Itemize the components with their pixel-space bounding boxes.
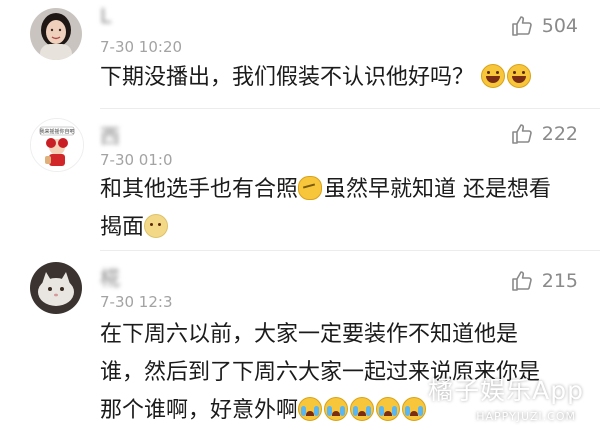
like-count: 504 [541, 15, 578, 37]
comment-time: 7-30 10:20 [100, 38, 183, 56]
watermark-url: HAPPYJUZI.COM [476, 410, 576, 423]
comment-text: 下期没播出，我们假装不认识他好吗？ [100, 59, 580, 97]
avatar[interactable]: 我来摇摇你自吧 [30, 118, 84, 172]
svg-text:我来摇摇你自吧: 我来摇摇你自吧 [39, 128, 74, 135]
comment-time: 7-30 01:0 [100, 151, 173, 169]
commenter-name[interactable]: 西 [100, 120, 122, 149]
commenter-name[interactable]: L [100, 4, 113, 28]
crying-laugh-emoji-icon [298, 397, 323, 421]
thinking-emoji-icon [298, 176, 323, 200]
thumbs-up-icon [511, 271, 532, 291]
comment-text: 和其他选手也有合照 虽然早就知道 还是想看 揭面 [100, 176, 552, 240]
crying-laugh-emoji-icon [324, 397, 349, 421]
crying-laugh-emoji-icon [376, 397, 401, 421]
laughing-emoji-icon [507, 64, 532, 88]
crying-laugh-emoji-icon [350, 397, 375, 421]
like-count: 215 [541, 270, 578, 292]
divider [100, 108, 600, 109]
thumbs-up-icon [511, 124, 532, 144]
faint-emoji-icon [144, 214, 169, 238]
crying-laugh-emoji-icon [402, 397, 427, 421]
avatar-photo-icon [30, 8, 82, 60]
like-button[interactable]: 215 [510, 269, 578, 293]
like-button[interactable]: 222 [510, 122, 578, 146]
thumbs-up-icon [511, 16, 532, 36]
avatar-cartoon-icon: 我来摇摇你自吧 [31, 119, 83, 171]
comment-time: 7-30 12:3 [100, 293, 173, 311]
avatar[interactable] [30, 262, 82, 314]
avatar[interactable] [30, 8, 82, 60]
commenter-name[interactable]: 椛 [100, 262, 122, 291]
like-button[interactable]: 504 [510, 14, 578, 38]
avatar-cat-icon [30, 262, 82, 314]
like-count: 222 [541, 123, 578, 145]
watermark-logo: 橘子娱乐App [428, 376, 584, 405]
divider [100, 250, 600, 251]
laughing-emoji-icon [481, 64, 506, 88]
